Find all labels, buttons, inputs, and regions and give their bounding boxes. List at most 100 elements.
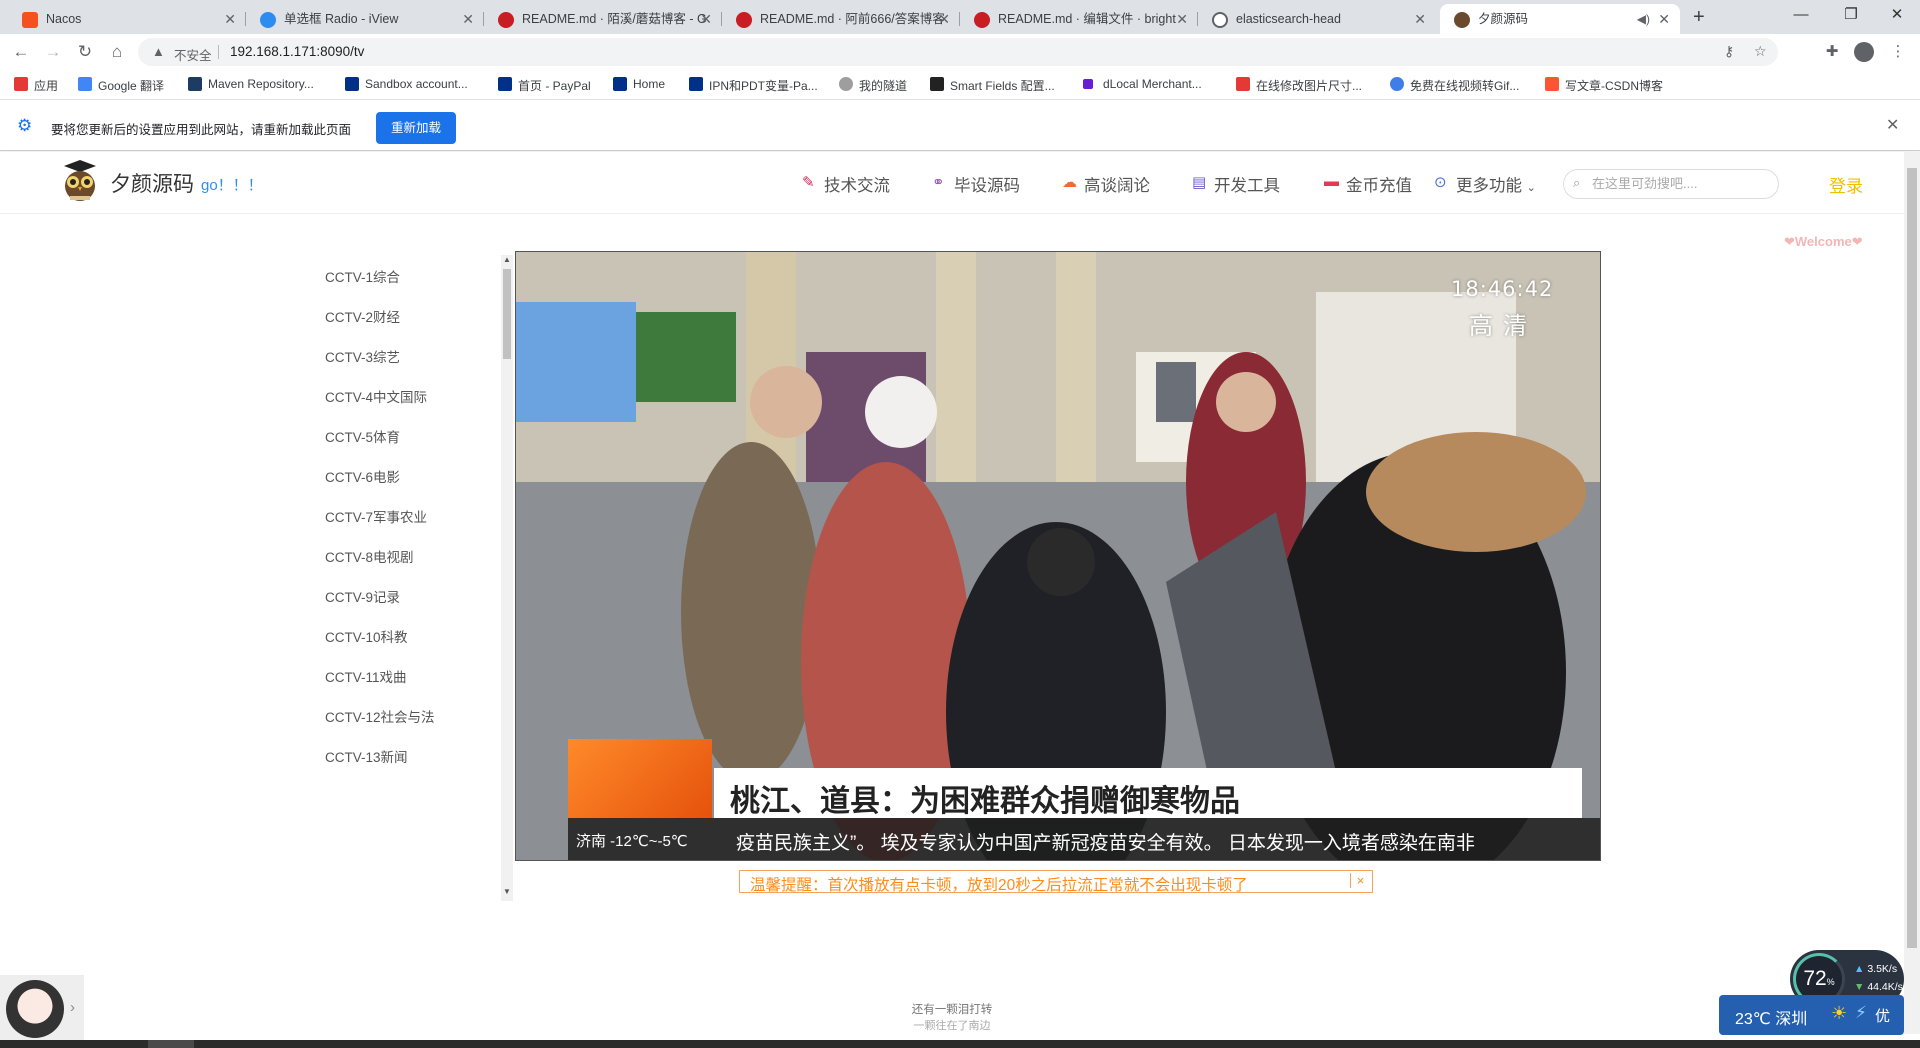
- site-name[interactable]: 夕颜源码: [110, 168, 194, 198]
- channel-item[interactable]: CCTV-8电视剧: [325, 546, 414, 566]
- nav-discussion[interactable]: ☁ 高谈阔论: [1062, 172, 1150, 196]
- close-tab-icon[interactable]: ✕: [938, 4, 950, 34]
- tab-title: elasticsearch-head: [1236, 12, 1341, 26]
- channel-item[interactable]: CCTV-10科教: [325, 626, 408, 646]
- tip-close-button[interactable]: ×: [1350, 873, 1370, 888]
- owl-logo-icon[interactable]: [60, 160, 100, 202]
- bookmark-item[interactable]: dLocal Merchant...: [1083, 77, 1202, 91]
- home-icon[interactable]: ⌂: [105, 40, 129, 64]
- star-icon[interactable]: ☆: [1754, 43, 1767, 60]
- nav-tech-exchange[interactable]: ✎ 技术交流: [802, 172, 890, 196]
- bookmark-item[interactable]: IPN和PDT变量-Pa...: [689, 77, 818, 94]
- close-tab-icon[interactable]: ✕: [700, 4, 712, 34]
- new-tab-button[interactable]: +: [1693, 4, 1705, 30]
- url-text[interactable]: 192.168.1.171:8090/tv: [230, 44, 364, 59]
- browser-tab[interactable]: README.md · 阿前666/答案博客 ✕: [722, 4, 960, 34]
- nav-dev-tools[interactable]: ▤ 开发工具: [1192, 172, 1280, 196]
- channel-item[interactable]: CCTV-9记录: [325, 586, 400, 606]
- browser-tab-active[interactable]: 夕颜源码 ◀) ✕: [1440, 4, 1680, 34]
- close-tab-icon[interactable]: ✕: [1176, 4, 1188, 34]
- gitee-favicon-icon: [498, 12, 514, 28]
- close-tab-icon[interactable]: ✕: [1414, 4, 1426, 34]
- key-icon[interactable]: ⚷: [1724, 43, 1734, 60]
- minimize-button[interactable]: —: [1778, 0, 1824, 34]
- login-link[interactable]: 登录: [1829, 172, 1863, 197]
- channel-item[interactable]: CCTV-11戏曲: [325, 666, 407, 686]
- bookmark-item[interactable]: Maven Repository...: [188, 77, 314, 91]
- channel-item[interactable]: CCTV-4中文国际: [325, 386, 427, 406]
- address-bar[interactable]: ▲ 不安全 192.168.1.171:8090/tv ☆ ⚷: [138, 38, 1778, 66]
- taskbar-item[interactable]: [148, 1040, 194, 1048]
- share-icon: ⚭: [932, 174, 945, 191]
- nav-coin-recharge[interactable]: ▬ 金币充值: [1324, 172, 1412, 196]
- menu-dots-icon[interactable]: ⋮: [1886, 40, 1910, 64]
- channel-scrollbar[interactable]: ▲ ▼: [501, 255, 513, 901]
- tab-title: README.md · 陌溪/蘑菇博客 - G: [522, 12, 707, 26]
- browser-toolbar: ← → ↻ ⌂ ▲ 不安全 192.168.1.171:8090/tv ☆ ⚷ …: [0, 34, 1920, 70]
- station-logo-icon: [568, 739, 712, 819]
- close-tab-icon[interactable]: ✕: [462, 4, 474, 34]
- browser-tab[interactable]: README.md · 编辑文件 · bright ✕: [960, 4, 1198, 34]
- channel-item[interactable]: CCTV-13新闻: [325, 746, 408, 766]
- extensions-icon[interactable]: ✚: [1820, 40, 1844, 64]
- nav-graduation-source[interactable]: ⚭ 毕设源码: [932, 172, 1020, 196]
- bookmark-item[interactable]: Home: [613, 77, 665, 91]
- channel-item[interactable]: CCTV-2财经: [325, 306, 400, 326]
- sun-icon: ☀: [1831, 1003, 1848, 1023]
- video-timestamp: 18:46:42: [1451, 277, 1554, 301]
- reload-icon[interactable]: ↻: [73, 40, 97, 64]
- page-scroll-thumb[interactable]: [1907, 168, 1917, 948]
- google-translate-icon: [78, 77, 92, 91]
- weather-widget[interactable]: 23℃ 深圳 ☀ ⚡ 优: [1719, 995, 1904, 1035]
- browser-tab[interactable]: 单选框 Radio - iView ✕: [246, 4, 484, 34]
- bookmark-item[interactable]: Sandbox account...: [345, 77, 468, 91]
- channel-item[interactable]: CCTV-7军事农业: [325, 506, 427, 526]
- close-tab-icon[interactable]: ✕: [1658, 4, 1670, 34]
- scroll-up-icon[interactable]: ▲: [503, 255, 511, 264]
- weather-text: 23℃ 深圳: [1735, 1011, 1808, 1028]
- reload-button[interactable]: 重新加载: [376, 112, 456, 144]
- infobar-message: 要将您更新后的设置应用到此网站，请重新加载此页面: [51, 123, 352, 137]
- bookmark-item[interactable]: Google 翻译: [78, 77, 164, 94]
- bookmark-item[interactable]: Smart Fields 配置...: [930, 77, 1055, 94]
- page-scrollbar[interactable]: [1904, 152, 1920, 1034]
- video-player[interactable]: 18:46:42 高清 桃江、道县：为困难群众捐赠御寒物品 济南 -12℃~-5…: [515, 251, 1601, 861]
- insecure-label: 不安全: [174, 49, 212, 63]
- channel-item[interactable]: CCTV-3综艺: [325, 346, 400, 366]
- site-search[interactable]: ⌕: [1563, 169, 1779, 199]
- audio-playing-icon[interactable]: ◀): [1637, 4, 1650, 34]
- browser-tab[interactable]: README.md · 陌溪/蘑菇博客 - G ✕: [484, 4, 722, 34]
- close-tab-icon[interactable]: ✕: [224, 4, 236, 34]
- music-player-widget[interactable]: ›: [0, 975, 84, 1048]
- tab-title: Nacos: [46, 12, 82, 26]
- bookmark-item[interactable]: 在线修改图片尺寸...: [1236, 77, 1362, 94]
- profile-avatar-icon[interactable]: [1854, 42, 1874, 62]
- channel-item[interactable]: CCTV-12社会与法: [325, 706, 435, 726]
- gitee-favicon-icon: [974, 12, 990, 28]
- reload-infobar: ⚙ 要将您更新后的设置应用到此网站，请重新加载此页面 重新加载 ✕: [0, 101, 1920, 151]
- browser-tab[interactable]: elasticsearch-head ✕: [1198, 4, 1436, 34]
- search-input[interactable]: [1592, 176, 1772, 191]
- channel-item[interactable]: CCTV-1综合: [325, 266, 400, 286]
- back-arrow-icon[interactable]: ←: [9, 40, 33, 64]
- scroll-thumb[interactable]: [503, 269, 511, 359]
- bookmark-item[interactable]: 应用: [14, 77, 58, 94]
- paypal-icon: [689, 77, 703, 91]
- chevron-right-icon[interactable]: ›: [70, 999, 75, 1016]
- scroll-down-icon[interactable]: ▼: [503, 887, 511, 896]
- resize-tool-icon: [1236, 77, 1250, 91]
- maximize-button[interactable]: ❐: [1828, 0, 1874, 34]
- nav-more[interactable]: ⊙ 更多功能 ⌄: [1434, 172, 1536, 196]
- tab-strip: Nacos ✕ 单选框 Radio - iView ✕ README.md · …: [0, 0, 1920, 34]
- close-window-button[interactable]: ✕: [1874, 0, 1920, 34]
- channel-item[interactable]: CCTV-6电影: [325, 466, 400, 486]
- forward-arrow-icon[interactable]: →: [41, 40, 65, 64]
- bookmark-item[interactable]: 免费在线视频转Gif...: [1390, 77, 1519, 94]
- bookmark-item[interactable]: 写文章-CSDN博客: [1545, 77, 1663, 94]
- nacos-favicon-icon: [22, 12, 38, 28]
- channel-item[interactable]: CCTV-5体育: [325, 426, 400, 446]
- bookmark-item[interactable]: 我的隧道: [839, 77, 907, 94]
- bookmark-item[interactable]: 首页 - PayPal: [498, 77, 591, 94]
- browser-tab[interactable]: Nacos ✕: [8, 4, 246, 34]
- close-icon[interactable]: ✕: [1886, 115, 1899, 135]
